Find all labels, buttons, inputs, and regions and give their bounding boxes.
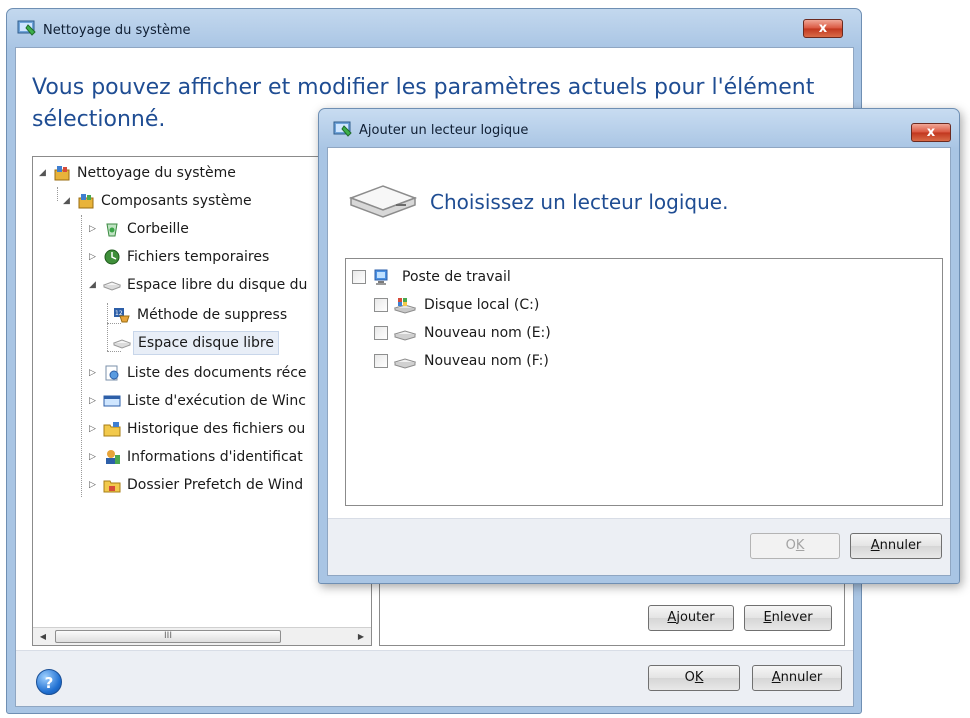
dialog-title: Ajouter un lecteur logique (359, 123, 529, 138)
ok-button[interactable]: OK (648, 665, 740, 691)
main-window-title: Nettoyage du système (43, 23, 191, 38)
credentials-icon (106, 450, 120, 464)
recent-documents-icon (105, 365, 119, 381)
prefetch-folder-icon (103, 480, 121, 493)
tree-item-label: Méthode de suppress (137, 307, 288, 323)
scroll-thumb[interactable]: III (55, 630, 281, 643)
disk-icon (113, 339, 131, 349)
drive-label: Nouveau nom (E:) (424, 325, 551, 341)
tree-connector (107, 351, 121, 352)
file-history-icon (103, 422, 121, 437)
scroll-left-icon[interactable]: ◀ (35, 630, 51, 644)
tree-item-label: Historique des fichiers ou (127, 421, 306, 437)
add-logical-drive-dialog: Ajouter un lecteur logique x Choisissez … (318, 108, 960, 584)
add-button[interactable]: Ajouter (648, 605, 734, 631)
collapsed-arrow-icon[interactable]: ▷ (89, 245, 99, 269)
tree-item-label: Liste d'exécution de Winc (127, 393, 306, 409)
expanded-arrow-icon[interactable]: ◢ (89, 273, 99, 297)
add-drive-app-icon (333, 121, 352, 137)
hard-drive-icon (348, 185, 418, 218)
dialog-ok-button[interactable]: OK (750, 533, 840, 559)
tree-item-label: Informations d'identificat (127, 449, 303, 465)
tree-item-label: Fichiers temporaires (127, 249, 270, 265)
collapsed-arrow-icon[interactable]: ▷ (89, 389, 99, 413)
tree-item-label: Nettoyage du système (77, 165, 236, 181)
tree-connector (107, 303, 108, 351)
tree-connector (57, 187, 58, 201)
tree-connector (107, 323, 121, 324)
remove-button[interactable]: Enlever (744, 605, 832, 631)
tree-item-label: Espace disque libre (133, 331, 279, 355)
collapsed-arrow-icon[interactable]: ▷ (89, 445, 99, 469)
dialog-footer: OK Annuler (328, 518, 950, 575)
run-list-icon (103, 395, 121, 407)
close-icon: x (818, 21, 828, 36)
cancel-button[interactable]: Annuler (752, 665, 842, 691)
drive-icon (394, 330, 416, 341)
dialog-cancel-button[interactable]: Annuler (850, 533, 942, 559)
system-cleanup-app-icon (17, 20, 36, 36)
system-cleanup-icon (54, 166, 70, 181)
main-titlebar[interactable]: Nettoyage du système x (7, 9, 861, 47)
tree-item-label: Espace libre du disque du (127, 277, 308, 293)
dialog-close-button[interactable]: x (911, 123, 951, 142)
collapsed-arrow-icon[interactable]: ▷ (89, 217, 99, 241)
local-disk-icon (394, 298, 416, 314)
scroll-right-icon[interactable]: ▶ (353, 630, 369, 644)
tree-item-label: Liste des documents réce (127, 365, 307, 381)
drive-icon (394, 358, 416, 369)
recycle-bin-icon (106, 223, 118, 237)
drive-label: Nouveau nom (F:) (424, 353, 549, 369)
help-icon[interactable]: ? (36, 669, 62, 695)
collapsed-arrow-icon[interactable]: ▷ (89, 361, 99, 385)
tree-connector (81, 215, 82, 497)
dialog-titlebar[interactable]: Ajouter un lecteur logique x (319, 109, 959, 147)
expanded-arrow-icon[interactable]: ◢ (63, 189, 73, 213)
scroll-grip: III (164, 631, 172, 641)
checkbox[interactable] (374, 298, 388, 312)
main-footer: ? OK Annuler (16, 650, 853, 706)
deletion-method-icon: 12 (114, 308, 130, 323)
drive-label: Disque local (C:) (424, 297, 540, 313)
dialog-client-area: Choisissez un lecteur logique. Poste de … (327, 147, 951, 576)
checkbox[interactable] (374, 354, 388, 368)
expanded-arrow-icon[interactable]: ◢ (39, 161, 49, 185)
tree-item-label: Dossier Prefetch de Wind (127, 477, 304, 493)
main-close-button[interactable]: x (803, 19, 843, 38)
tree-horizontal-scrollbar[interactable]: ◀ III ▶ (33, 627, 371, 645)
dialog-heading: Choisissez un lecteur logique. (430, 190, 729, 214)
drive-list[interactable]: Poste de travail Disque local (C:) Nouve… (345, 258, 943, 506)
tree-item-label: Composants système (101, 193, 252, 209)
disk-free-space-icon (103, 281, 121, 291)
collapsed-arrow-icon[interactable]: ▷ (89, 473, 99, 497)
temp-files-icon (104, 249, 120, 265)
drive-label: Poste de travail (402, 269, 511, 285)
collapsed-arrow-icon[interactable]: ▷ (89, 417, 99, 441)
system-components-icon (78, 194, 94, 209)
close-icon: x (926, 125, 936, 140)
checkbox[interactable] (374, 326, 388, 340)
checkbox[interactable] (352, 270, 366, 284)
computer-icon (374, 269, 388, 285)
tree-item-label: Corbeille (127, 221, 189, 237)
